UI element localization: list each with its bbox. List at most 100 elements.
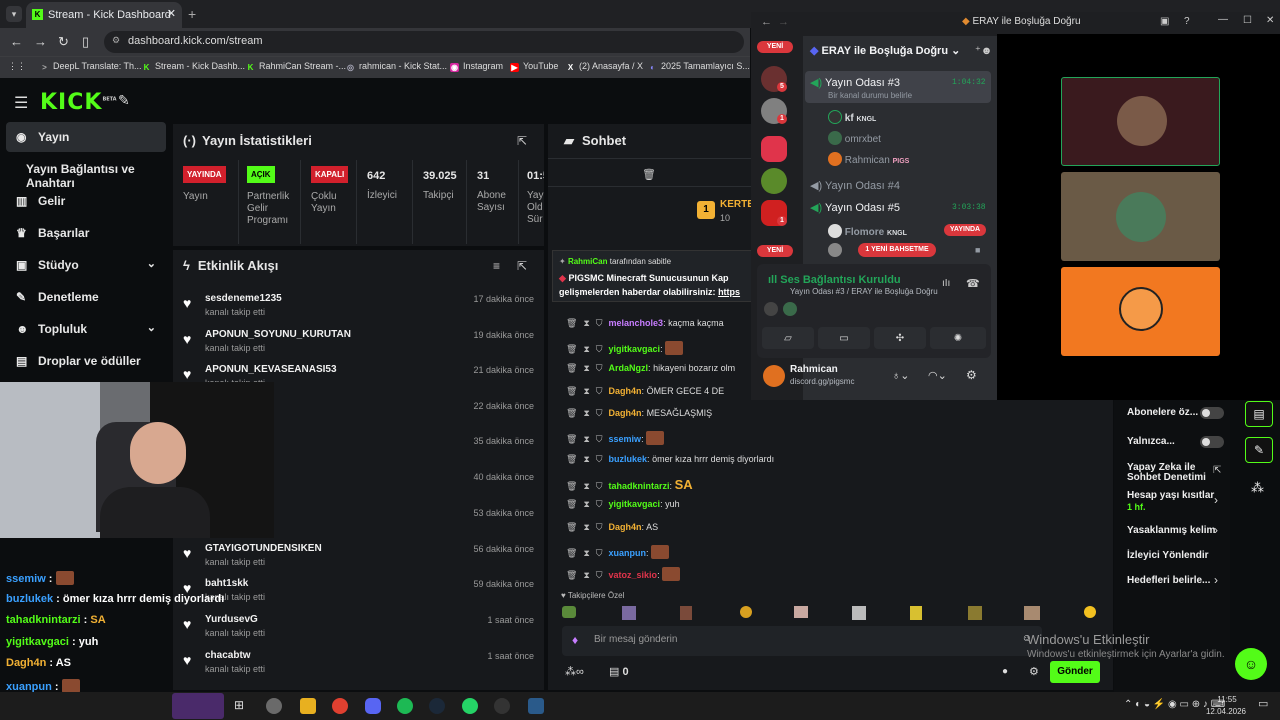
timeout-icon[interactable]: ⧗ xyxy=(583,344,589,354)
delete-icon[interactable]: 🗑 xyxy=(566,408,577,418)
chat-message-input[interactable]: ♦ Bir mesaj gönderin ☺ xyxy=(562,626,1042,656)
emote-icon[interactable] xyxy=(910,606,922,620)
add-member-icon[interactable]: ⁺☻ xyxy=(975,44,992,57)
menu-icon[interactable]: ☰ xyxy=(14,93,28,113)
microphone-icon[interactable]: ♦ xyxy=(572,633,578,647)
current-user-name[interactable]: Rahmican xyxy=(790,364,838,375)
bookmark-instagram[interactable]: ◉ Instagram xyxy=(450,61,503,72)
only-toggle[interactable] xyxy=(1200,436,1224,448)
activity-row[interactable]: ♥ YurdusevG kanalı takip etti 1 saat önc… xyxy=(183,614,538,648)
close-icon[interactable]: ✕ xyxy=(1266,15,1274,26)
forward-icon[interactable]: → xyxy=(34,34,47,49)
obs-icon[interactable] xyxy=(494,698,510,714)
activity-username[interactable]: baht1skk xyxy=(205,578,248,589)
chat-username[interactable]: yigitkavgaci xyxy=(609,344,661,354)
chat-message[interactable]: 🗑 ⧗ ⛉ xuanpun: xyxy=(566,545,670,559)
soundboard-button[interactable]: ✺ xyxy=(930,327,986,349)
help-icon[interactable]: ? xyxy=(1184,16,1190,27)
sidebar-item-yayin[interactable]: ◉ Yayın xyxy=(6,122,166,152)
avatar[interactable] xyxy=(828,243,842,257)
chat-username[interactable]: buzlukek xyxy=(609,454,648,464)
chrome-icon[interactable] xyxy=(332,698,348,714)
chat-message[interactable]: 🗑 ⧗ ⛉ Dagh4n: ÖMER GECE 4 DE xyxy=(566,386,724,397)
activity-row[interactable]: ♥ sesdeneme1235 kanalı takip etti 17 dak… xyxy=(183,293,538,327)
activity-username[interactable]: APONUN_KEVASEANASI53 xyxy=(205,364,337,375)
layout-button[interactable]: ▤ xyxy=(1245,401,1273,427)
camera-off-button[interactable]: ▱ xyxy=(762,327,814,349)
clock-date[interactable]: 12.04.2026 xyxy=(1200,707,1252,716)
chat-message[interactable]: 🗑 ⧗ ⛉ vatoz_sikio: xyxy=(566,567,681,581)
bookmark-deepl[interactable]: > DeepL Translate: Th... xyxy=(40,61,141,72)
spotify-icon[interactable] xyxy=(397,698,413,714)
moderation-tools-button[interactable]: ✎ xyxy=(1245,437,1273,463)
back-icon[interactable]: ← xyxy=(761,16,772,28)
timeout-icon[interactable]: ⧗ xyxy=(583,434,589,444)
chat-username[interactable]: Dagh4n xyxy=(609,522,642,532)
emote-icon[interactable] xyxy=(622,606,636,620)
chevron-right-icon[interactable]: › xyxy=(1214,493,1218,507)
sidebar-item-topluluk[interactable]: ☻ Topluluk ⌄ xyxy=(6,314,166,344)
activities-button[interactable]: ✣ xyxy=(874,327,926,349)
sidebar-item-denetleme[interactable]: ✎ Denetleme xyxy=(6,282,166,312)
timeout-icon[interactable]: ⧗ xyxy=(583,570,589,580)
discord-icon[interactable] xyxy=(365,698,381,714)
sidebar-item-droplar[interactable]: ▤ Droplar ve ödüller xyxy=(6,346,166,376)
voice-user-kf[interactable]: kf KNGL xyxy=(828,110,876,124)
new-tab-icon[interactable]: + xyxy=(188,6,196,22)
timeout-icon[interactable]: ⧗ xyxy=(583,363,589,373)
bookmark-kick-dashboard[interactable]: K Stream - Kick Dashb... xyxy=(142,61,245,72)
clock-time[interactable]: 11:55 xyxy=(1212,695,1242,704)
points-display[interactable]: ▤ 0 xyxy=(609,665,629,678)
external-link-icon[interactable]: ⇱ xyxy=(1213,465,1221,476)
activity-username[interactable]: APONUN_SOYUNU_KURUTAN xyxy=(205,329,351,340)
sidebar-item-basarilar[interactable]: ♛ Başarılar xyxy=(6,218,166,248)
reload-icon[interactable]: ↻ xyxy=(58,34,69,50)
close-tab-icon[interactable]: ✕ xyxy=(167,7,176,20)
delete-icon[interactable]: 🗑 xyxy=(566,386,577,396)
forward-icon[interactable]: → xyxy=(778,16,789,28)
activity-row[interactable]: ♥ APONUN_SOYUNU_KURUTAN kanalı takip ett… xyxy=(183,329,538,363)
voice-channel-3[interactable]: ◀) Yayın Odası #3 xyxy=(810,76,900,89)
delete-icon[interactable]: 🗑 xyxy=(566,481,577,491)
community-icon[interactable]: ⁂∞ xyxy=(565,665,584,678)
apps-icon[interactable]: ⋮⋮ xyxy=(8,61,26,72)
discord-server-name[interactable]: ◆ ERAY ile Boşluğa Doğru ⌄ xyxy=(810,44,960,57)
minimize-icon[interactable]: — xyxy=(1218,14,1228,25)
chat-username[interactable]: ArdaNgzl xyxy=(609,363,649,373)
setting-only[interactable]: Yalnızca... xyxy=(1127,437,1175,447)
whatsapp-icon[interactable] xyxy=(462,698,478,714)
chevron-right-icon[interactable]: › xyxy=(1214,523,1218,537)
taskbar-app-icon[interactable] xyxy=(528,698,544,714)
delete-icon[interactable]: 🗑 xyxy=(566,344,577,354)
sidebar-item-stream-key[interactable]: Yayın Bağlantısı ve Anahtarı xyxy=(6,154,166,190)
setting-banned-words[interactable]: Yasaklanmış kelim xyxy=(1127,526,1215,536)
popout-icon[interactable]: ⇱ xyxy=(517,259,527,273)
chat-message[interactable]: 🗑 ⧗ ⛉ buzlukek: ömer kıza hrrr demiş diyorl… xyxy=(566,454,774,465)
bookmark-youtube[interactable]: ▶ YouTube xyxy=(510,61,558,72)
delete-icon[interactable]: 🗑 xyxy=(566,570,577,580)
site-info-icon[interactable]: ⚙ xyxy=(112,35,120,46)
subscribers-only-toggle[interactable] xyxy=(1200,407,1224,419)
chat-username[interactable]: ssemiw xyxy=(609,434,642,444)
back-icon[interactable]: ← xyxy=(10,34,23,49)
voice-user-flomore[interactable]: Flomore KNGL xyxy=(828,224,907,238)
maximize-icon[interactable]: ☐ xyxy=(1243,15,1252,26)
bookmark-rahmican-stream[interactable]: K RahmiCan Stream -... xyxy=(246,61,346,72)
support-chat-button[interactable]: ☺ xyxy=(1235,648,1267,680)
setting-goals[interactable]: Hedefleri belirle... xyxy=(1127,576,1210,586)
voice-channel-path[interactable]: Yayın Odası #3 / ERAY ile Boşluğa Doğru xyxy=(790,287,938,296)
steam-icon[interactable] xyxy=(429,698,445,714)
emote-icon[interactable] xyxy=(968,606,982,620)
emote-icon[interactable] xyxy=(562,606,576,618)
emote-icon[interactable] xyxy=(852,606,866,620)
setting-viewer-redirect[interactable]: İzleyici Yönlendir xyxy=(1127,551,1209,561)
send-button[interactable]: Gönder xyxy=(1050,661,1100,683)
chat-username[interactable]: melanchole3 xyxy=(609,318,664,328)
filter-icon[interactable]: ≡ xyxy=(493,259,500,273)
trash-icon[interactable]: 🗑 xyxy=(642,168,656,181)
voice-user-omrxbet[interactable]: omrxbet xyxy=(828,131,881,145)
task-view-icon[interactable]: ⊞ xyxy=(234,698,244,712)
user-avatar[interactable] xyxy=(763,365,785,387)
sidepanel-icon[interactable]: ▯ xyxy=(82,34,89,50)
camera-icon[interactable]: ■ xyxy=(975,245,980,255)
